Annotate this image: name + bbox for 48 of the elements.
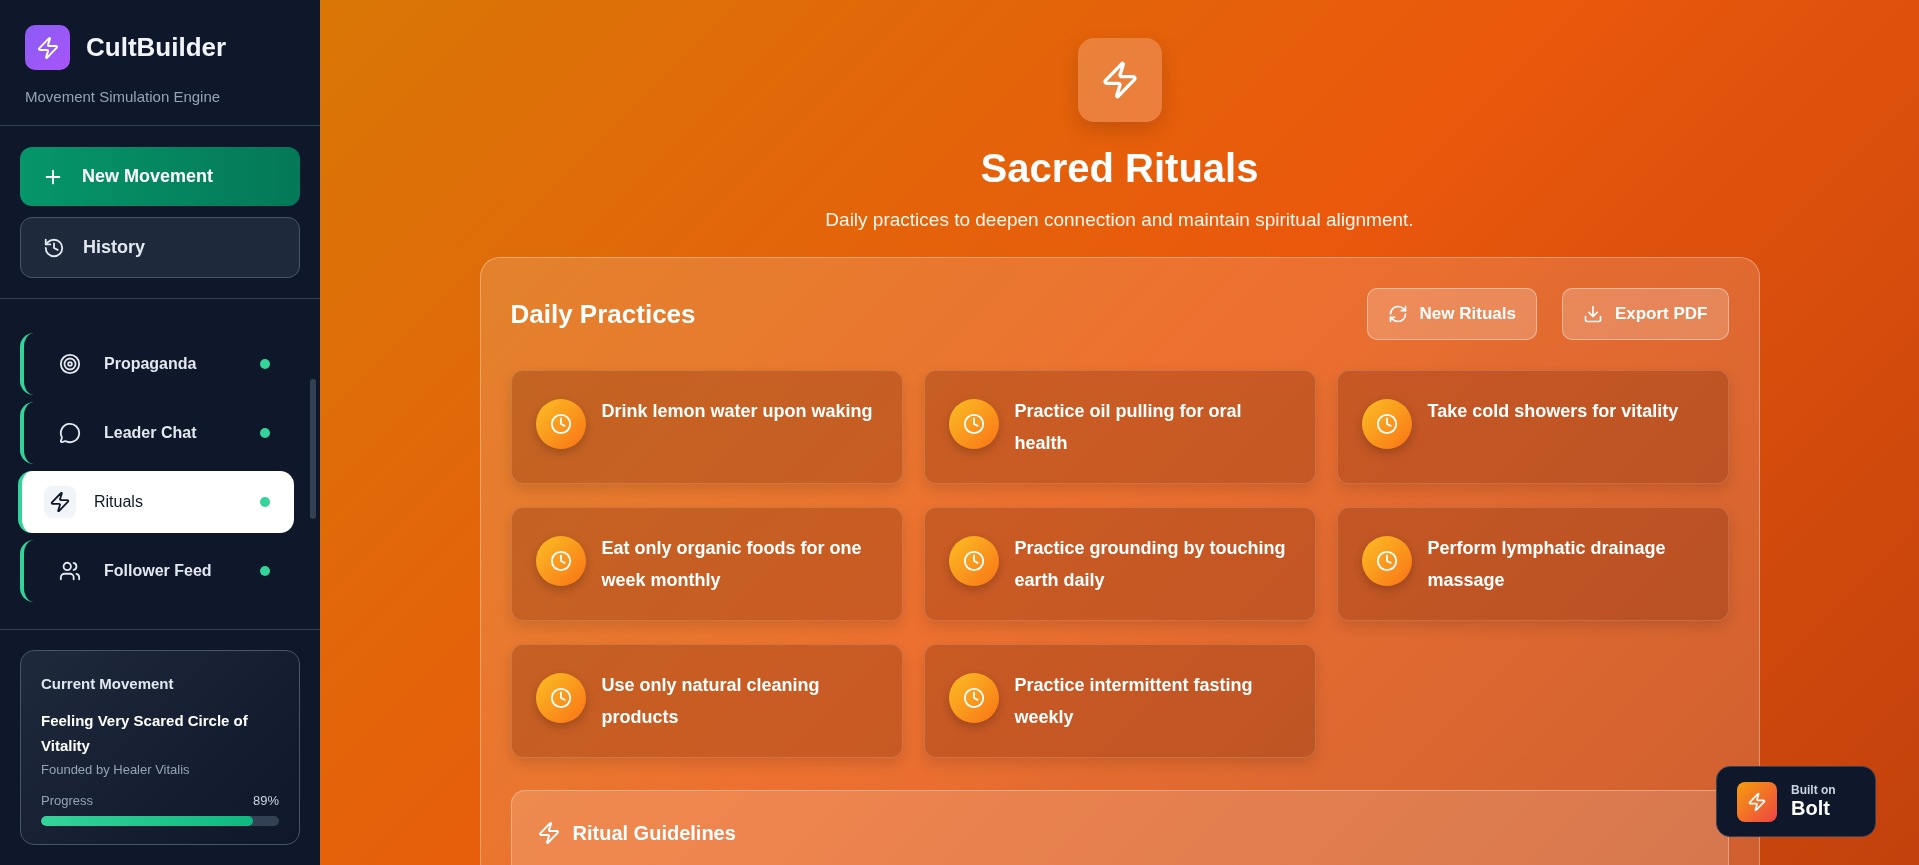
tagline: Movement Simulation Engine: [25, 88, 222, 105]
clock-icon: [948, 536, 999, 586]
page-title: Sacred Rituals: [980, 146, 1259, 191]
founder-text: Founded by Healer Vitalis: [41, 762, 191, 777]
practice-text: Practice oil pulling for oral health: [1014, 400, 1243, 455]
clock-icon: [948, 399, 999, 449]
practice-text: Perform lymphatic drainage massage: [1427, 537, 1667, 592]
clock-icon: [535, 399, 586, 449]
practice-text: Practice grounding by touching earth daily: [1014, 537, 1287, 592]
brand-name: CultBuilder: [86, 32, 227, 63]
users-icon: [59, 560, 81, 582]
refresh-icon: [1387, 304, 1408, 324]
badge-title: Bolt: [1791, 797, 1831, 820]
lightning-icon: [536, 821, 561, 845]
chat-bubble-icon: [59, 422, 81, 444]
clock-icon: [948, 673, 999, 723]
movement-name: Feeling Very Scared Circle of Vitality: [41, 711, 249, 756]
nav-item[interactable]: Follower Feed: [20, 540, 294, 602]
clock-icon: [535, 673, 586, 723]
logo-icon: [25, 25, 70, 70]
download-icon: [1582, 304, 1603, 324]
clock-icon: [535, 536, 586, 586]
progress-label: Progress: [41, 793, 94, 808]
practice-text: Drink lemon water upon waking: [601, 400, 873, 423]
practice-text: Practice intermittent fasting weekly: [1014, 674, 1254, 729]
new-movement-button[interactable]: New Movement: [20, 147, 300, 206]
built-on-badge[interactable]: Built on Bolt: [1716, 766, 1876, 837]
guidelines-title: Ritual Guidelines: [572, 821, 736, 845]
panel-title: Daily Practices: [510, 298, 696, 330]
history-icon: [43, 236, 65, 259]
lightning-icon: [1077, 38, 1162, 122]
practice-text: Use only natural cleaning products: [601, 674, 821, 729]
card-heading: Current Movement: [41, 675, 175, 692]
practice-text: Take cold showers for vitality: [1427, 400, 1679, 423]
lightning-icon: [49, 491, 71, 513]
progress-reading: 89%: [252, 793, 279, 808]
practice-text: Eat only organic foods for one week monthly: [601, 537, 863, 592]
page-subtitle: Daily practices to deepen connection and maintain spiritual alignment.: [825, 209, 1414, 231]
nav-item[interactable]: Leader Chat: [20, 402, 294, 464]
scrollbar-thumb[interactable]: [310, 379, 316, 519]
clock-icon: [1361, 399, 1412, 449]
history-button[interactable]: History: [20, 217, 300, 278]
target-icon: [59, 353, 81, 375]
nav-item[interactable]: Propaganda: [20, 333, 294, 395]
nav-item[interactable]: Rituals: [18, 471, 294, 533]
lightning-icon: [1737, 781, 1777, 822]
badge-caption: Built on: [1791, 783, 1836, 798]
clock-icon: [1361, 536, 1412, 586]
